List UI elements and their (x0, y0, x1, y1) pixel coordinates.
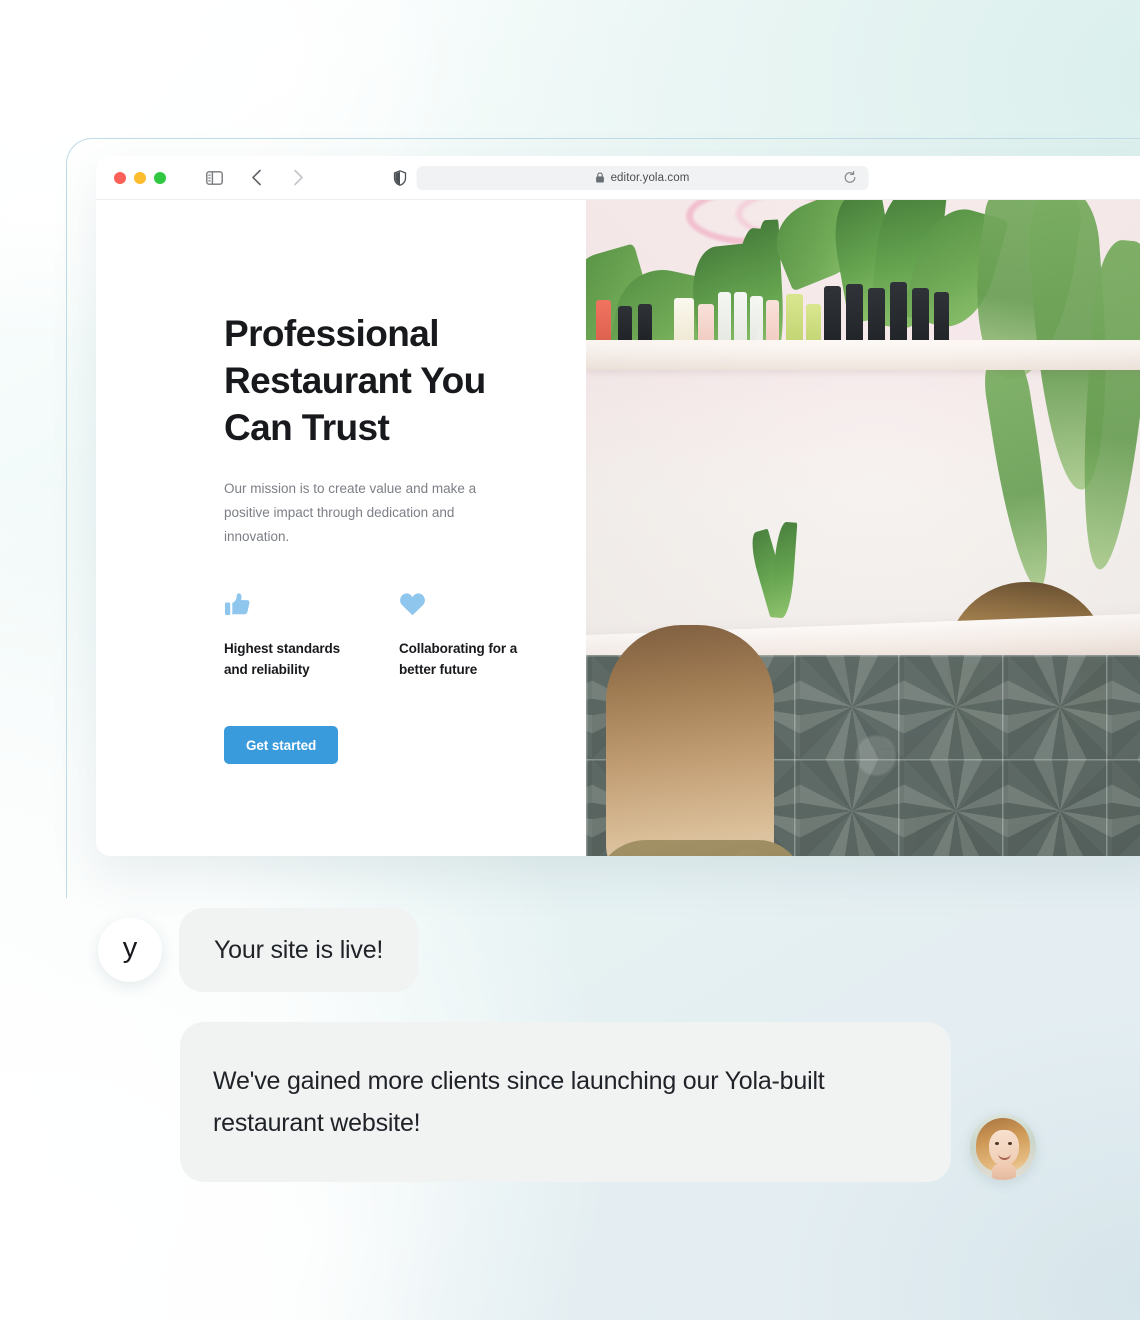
chat-message-row: We've gained more clients since launchin… (180, 1022, 1036, 1182)
website-preview: Professional Restaurant You Can Trust Ou… (96, 200, 1140, 856)
yola-logo-avatar: y (98, 918, 162, 982)
avatar-neck (992, 1164, 1016, 1180)
browser-nav-icons (204, 168, 308, 188)
feature-item: Highest standards and reliability (224, 591, 364, 680)
address-bar[interactable]: editor.yola.com (416, 165, 869, 190)
close-window-button[interactable] (114, 171, 126, 184)
feature-list: Highest standards and reliability Collab… (224, 591, 586, 680)
chat-bubble-yola: Your site is live! (179, 908, 419, 992)
browser-window: editor.yola.com Professional Restaurant … (96, 156, 1140, 856)
shield-privacy-icon[interactable] (393, 169, 407, 186)
page-title: Professional Restaurant You Can Trust (224, 313, 486, 448)
browser-toolbar: editor.yola.com (96, 156, 1140, 200)
hero-photo (586, 200, 1140, 856)
avatar-eye-right (1008, 1142, 1012, 1145)
reload-icon[interactable] (844, 171, 857, 184)
chevron-left-icon[interactable] (246, 168, 266, 188)
hero-subheading: Our mission is to create value and make … (224, 481, 477, 544)
photo-vignette (586, 200, 1140, 856)
chevron-right-icon[interactable] (288, 168, 308, 188)
minimize-window-button[interactable] (134, 171, 146, 184)
chat-message-row: y Your site is live! (98, 908, 419, 992)
heart-icon (399, 591, 539, 621)
hero-text-column: Professional Restaurant You Can Trust Ou… (96, 200, 586, 856)
sidebar-toggle-icon[interactable] (204, 168, 224, 188)
maximize-window-button[interactable] (154, 171, 166, 184)
avatar-eye-left (995, 1142, 999, 1145)
get-started-button[interactable]: Get started (224, 726, 339, 764)
thumbs-up-icon (224, 591, 364, 621)
address-bar-zone: editor.yola.com (393, 165, 869, 190)
avatar (970, 1114, 1036, 1180)
feature-label: Collaborating for a better future (399, 641, 518, 677)
avatar-face (989, 1130, 1019, 1166)
url-text: editor.yola.com (610, 171, 690, 184)
lock-icon (596, 172, 605, 183)
chat-bubble-client: We've gained more clients since launchin… (180, 1022, 951, 1182)
window-controls (114, 171, 166, 184)
address-bar-content: editor.yola.com (596, 172, 690, 184)
feature-item: Collaborating for a better future (399, 591, 539, 680)
feature-label: Highest standards and reliability (224, 641, 341, 677)
